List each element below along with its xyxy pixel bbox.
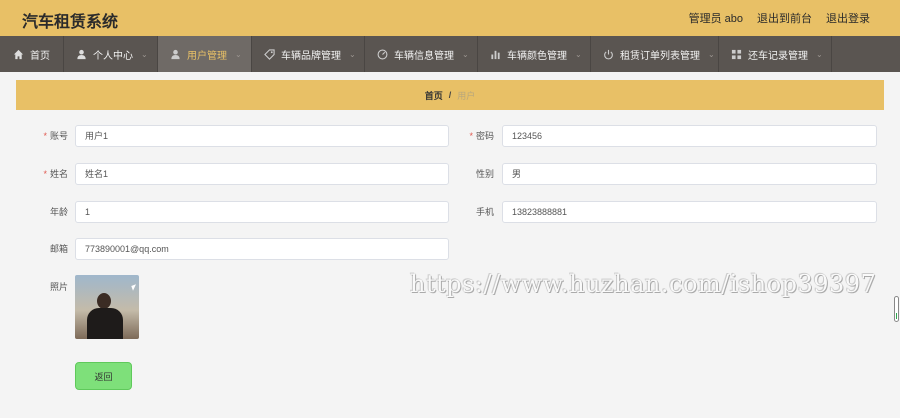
nav-label: 首页 [30,50,50,62]
gender-input[interactable]: 男 [502,163,877,185]
name-input[interactable]: 姓名1 [75,163,449,185]
breadcrumb-home[interactable]: 首页 [425,89,443,102]
chevron-down-icon: ⌄ [349,49,356,59]
nav-item-user-management[interactable]: 用户管理 ⌄ [158,36,252,72]
password-input[interactable]: 123456 [502,125,877,147]
nav-item-home[interactable]: 首页 [0,36,64,72]
breadcrumb-separator: / [448,90,452,100]
required-mark: * [43,131,47,141]
gender-field: 性别 男 [450,163,900,185]
email-input[interactable]: 773890001@qq.com [75,238,449,260]
nav-label: 租赁订单列表管理 [620,50,700,62]
password-label: * 密码 [469,131,494,141]
age-field: 年龄 1 [0,201,450,223]
age-input[interactable]: 1 [75,201,449,223]
required-mark: * [43,169,47,179]
nav-label: 车辆信息管理 [394,50,454,62]
phone-label: 手机 [475,207,494,217]
watermark: https://www.huzhan.com/ishop39397 [410,270,877,298]
nav-label: 车辆颜色管理 [507,50,567,62]
gauge-icon [377,48,388,60]
breadcrumb-current: 用户 [457,90,476,101]
user-photo[interactable] [75,275,139,339]
grid-icon [731,48,742,60]
admin-user: 管理员 abo [688,13,743,25]
top-header: 汽车租赁系统 管理员 abo 退出到前台 退出登录 [0,0,900,36]
back-button[interactable]: 返回 [75,362,132,390]
required-mark: * [469,131,473,141]
email-label: 邮箱 [49,244,68,254]
nav-item-color-management[interactable]: 车辆颜色管理 ⌄ [478,36,591,72]
user-icon [170,48,181,60]
cursor-icon [131,284,138,291]
nav-item-vehicle-info[interactable]: 车辆信息管理 ⌄ [365,36,478,72]
account-field: * 账号 用户1 [0,125,450,147]
chevron-down-icon: ⌄ [816,49,823,59]
email-field: 邮箱 773890001@qq.com [0,238,450,260]
name-field: * 姓名 姓名1 [0,163,450,185]
nav-label: 个人中心 [93,50,133,62]
nav-label: 还车记录管理 [748,50,808,62]
chevron-down-icon: ⌄ [708,49,715,59]
chevron-down-icon: ⌄ [575,49,582,59]
user-icon [76,48,87,60]
chevron-down-icon: ⌄ [235,49,242,59]
photo-person-body [87,308,123,339]
nav-label: 车辆品牌管理 [281,50,341,62]
home-icon [12,48,24,60]
photo-person-head [97,293,111,309]
header-actions: 管理员 abo 退出到前台 退出登录 [689,10,870,26]
nav-label: 用户管理 [187,50,227,62]
age-label: 年龄 [49,207,68,217]
power-icon [603,48,614,60]
nav-item-rental-orders[interactable]: 租赁订单列表管理 ⌄ [591,36,719,72]
breadcrumb: 首页 / 用户 [16,80,884,110]
photo-label: 照片 [49,282,68,292]
front-link[interactable]: 退出到前台 [757,10,812,26]
chevron-down-icon: ⌄ [462,49,469,59]
phone-input[interactable]: 13823888881 [502,201,877,223]
logout-link[interactable]: 退出登录 [826,10,870,26]
gender-label: 性别 [475,169,494,179]
app-title: 汽车租赁系统 [22,14,119,31]
name-label: * 姓名 [43,169,68,179]
user-detail-form: * 账号 用户1 * 密码 123456 * 姓名 姓名1 性别 男 年龄 1 手机 … [0,116,900,418]
password-field: * 密码 123456 [450,125,900,147]
nav-item-brand-management[interactable]: 车辆品牌管理 ⌄ [252,36,365,72]
bar-chart-icon [490,48,501,60]
account-label: * 账号 [43,131,68,141]
tag-icon [264,48,275,60]
chevron-down-icon: ⌄ [141,49,148,59]
phone-field: 手机 13823888881 [450,201,900,223]
nav-item-personal-center[interactable]: 个人中心 ⌄ [64,36,158,72]
account-input[interactable]: 用户1 [75,125,449,147]
scroll-indicator[interactable] [894,296,899,322]
main-nav: 首页 个人中心 ⌄ 用户管理 ⌄ 车辆品牌管理 ⌄ 车辆信息管理 ⌄ 车辆颜色管… [0,36,900,72]
nav-item-return-records[interactable]: 还车记录管理 ⌄ [719,36,832,72]
